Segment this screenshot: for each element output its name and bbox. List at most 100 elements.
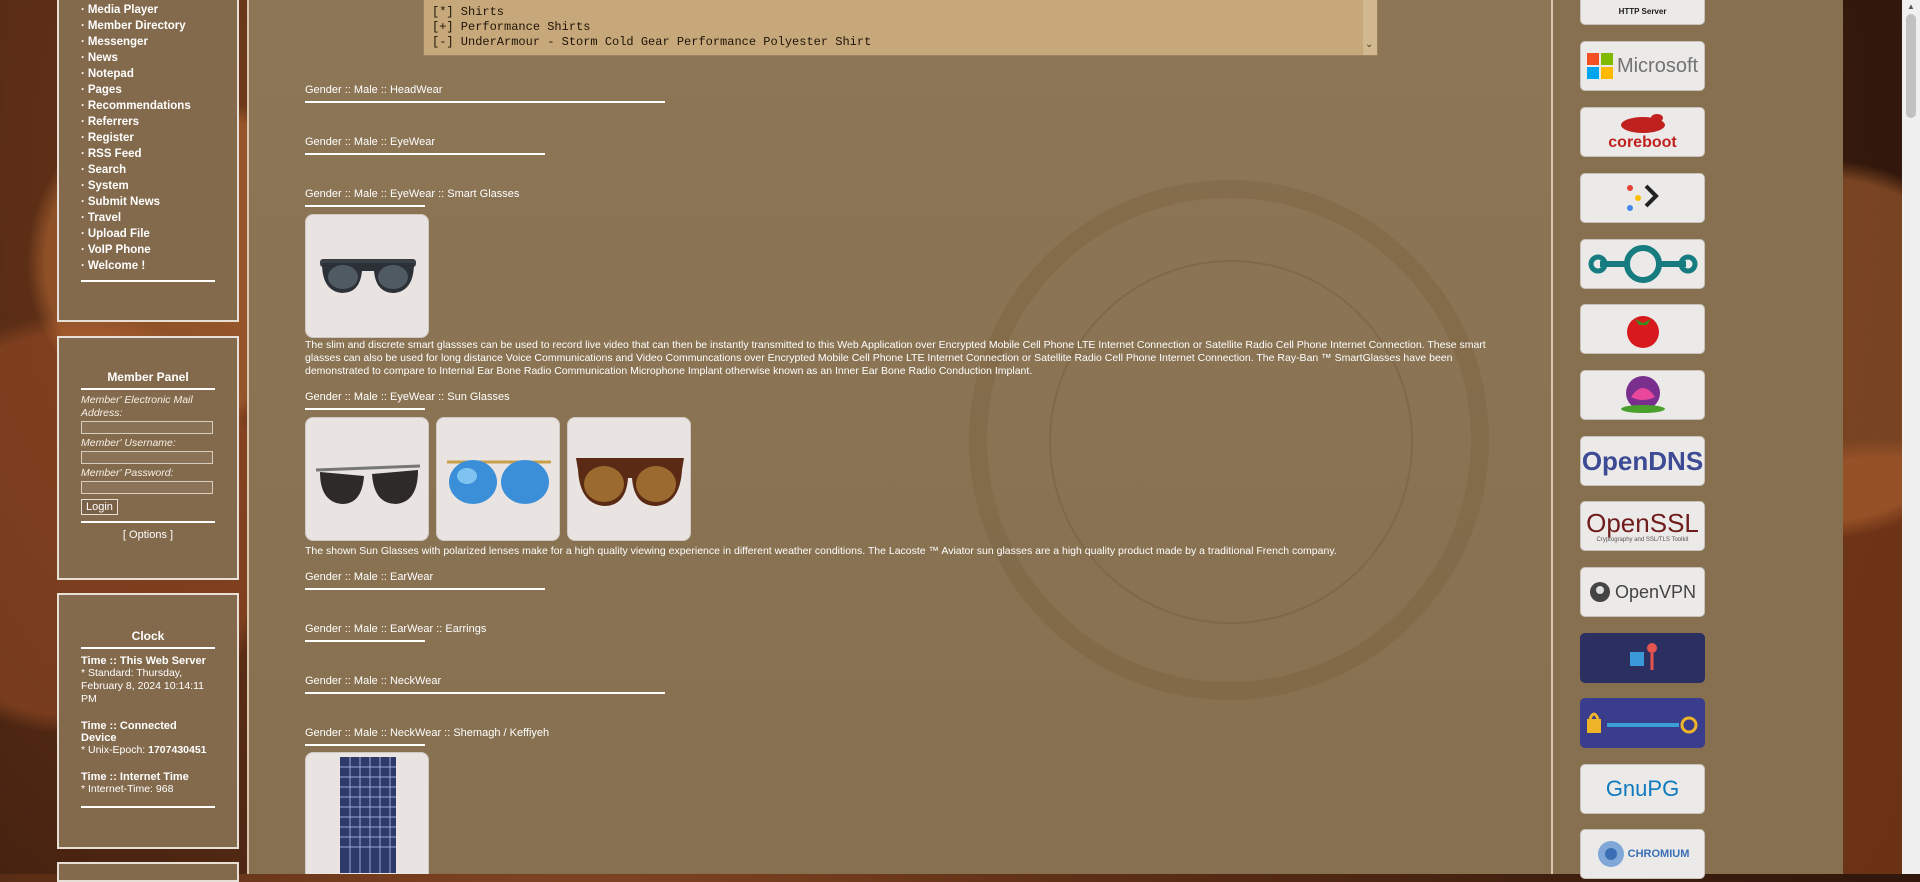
bullet-icon: ·	[81, 68, 85, 80]
sidebar-item-label: VoIP Phone	[87, 244, 151, 256]
dart-logo[interactable]	[1580, 173, 1705, 223]
sunglasses-image-3[interactable]	[567, 417, 691, 541]
sidebar-item-recommendations[interactable]: · Recommendations	[81, 98, 215, 114]
sidebar-item-label: Register	[87, 132, 134, 144]
section-title: Gender :: Male :: EyeWear :: Sun Glasses	[305, 391, 510, 403]
sidebar-item-system[interactable]: · System	[81, 178, 215, 194]
sidebar-item-travel[interactable]: · Travel	[81, 210, 215, 226]
sidebar-item-rss-feed[interactable]: · RSS Feed	[81, 146, 215, 162]
http-server-logo[interactable]: HTTP Server	[1580, 0, 1705, 25]
sidebar-item-submit-news[interactable]: · Submit News	[81, 194, 215, 210]
sidebar-item-media-player[interactable]: · Media Player	[81, 2, 215, 18]
section-underline	[305, 744, 425, 746]
sidebar-item-label: Notepad	[87, 68, 134, 80]
sidebar-item-label: Submit News	[87, 196, 161, 208]
chevron-down-icon[interactable]: ⌄	[1365, 38, 1373, 53]
sidebar-item-search[interactable]: · Search	[81, 162, 215, 178]
sidebar-item-notepad[interactable]: · Notepad	[81, 66, 215, 82]
coreboot-rabbit-icon	[1620, 114, 1665, 133]
openssl-label: OpenSSL	[1586, 508, 1699, 538]
sidebar-item-label: System	[87, 180, 129, 192]
scrollbar-thumb[interactable]	[1906, 14, 1916, 118]
compass-decoration-inner	[1049, 260, 1413, 624]
sidebar-item-register[interactable]: · Register	[81, 130, 215, 146]
bullet-icon: ·	[81, 148, 85, 160]
bullet-icon: ·	[81, 52, 85, 64]
tomato-logo[interactable]	[1580, 304, 1705, 354]
shemagh-image[interactable]	[305, 752, 429, 874]
next-panel	[57, 862, 239, 882]
divider	[81, 280, 215, 282]
epoch-value: 1707430451	[148, 744, 207, 756]
sidebar-item-label: Upload File	[87, 228, 150, 240]
sidebar-item-pages[interactable]: · Pages	[81, 82, 215, 98]
textarea-scrollbar[interactable]: ⌄	[1363, 0, 1377, 55]
section-title: Gender :: Male :: EyeWear :: Smart Glass…	[305, 188, 520, 200]
page-scrollbar[interactable]: ▲	[1902, 0, 1920, 874]
http-server-label: HTTP Server	[1618, 7, 1667, 16]
lineage-logo[interactable]	[1580, 239, 1705, 289]
category-textarea[interactable]: [*] Shirts [+] Performance Shirts [-] Un…	[423, 0, 1378, 56]
sunglasses-image-2[interactable]	[436, 417, 560, 541]
sidebar-item-member-directory[interactable]: · Member Directory	[81, 18, 215, 34]
server-time-heading: Time :: This Web Server	[81, 655, 206, 667]
bullet-icon: ·	[81, 100, 85, 112]
right-column: HTTP Server Microsoft coreboot OpenDNS O…	[1553, 0, 1843, 879]
scroll-up-icon[interactable]: ▲	[1907, 2, 1915, 11]
sidebar-item-welcome[interactable]: · Welcome !	[81, 258, 215, 274]
bullet-icon: ·	[81, 244, 85, 256]
sidebar-item-news[interactable]: · News	[81, 50, 215, 66]
opendns-logo[interactable]: OpenDNS	[1580, 436, 1705, 486]
sidebar-item-voip-phone[interactable]: · VoIP Phone	[81, 242, 215, 258]
section-title: Gender :: Male :: EarWear	[305, 571, 434, 583]
navigation-panel: · Media Player · Member Directory · Messenger…	[57, 0, 239, 322]
chromium-logo[interactable]: CHROMIUM	[1580, 829, 1705, 879]
lotus-logo[interactable]	[1580, 370, 1705, 420]
clock-panel: Clock Time :: This Web Server * Standard…	[57, 593, 239, 849]
chromium-icon	[1597, 841, 1624, 867]
gnupg-logo[interactable]: GnuPG	[1580, 764, 1705, 814]
username-field[interactable]	[81, 451, 213, 464]
lock-icon	[1586, 712, 1697, 734]
section-title: Gender :: Male :: NeckWear	[305, 675, 442, 687]
lineage-icon	[1588, 245, 1697, 283]
server-time-text: * Standard: Thursday, February 8, 2024 1…	[81, 667, 204, 705]
options-link[interactable]: [ Options ]	[81, 529, 215, 541]
sidebar-item-label: Messenger	[87, 36, 148, 48]
microsoft-logo[interactable]: Microsoft	[1580, 41, 1705, 91]
bullet-icon: ·	[81, 212, 85, 224]
password-field[interactable]	[81, 481, 213, 494]
bullet-icon: ·	[81, 180, 85, 192]
email-field[interactable]	[81, 421, 213, 434]
device-time-text: * Unix-Epoch: 1707430451	[81, 744, 215, 757]
sidebar-item-referrers[interactable]: · Referrers	[81, 114, 215, 130]
section-underline	[305, 692, 665, 694]
section-underline	[305, 588, 545, 590]
password-label: Member' Password:	[81, 467, 174, 479]
epoch-prefix: * Unix-Epoch:	[81, 744, 149, 756]
sidebar-item-messenger[interactable]: · Messenger	[81, 34, 215, 50]
sidebar-item-label: Search	[87, 164, 127, 176]
sidebar-item-label: Travel	[87, 212, 122, 224]
bullet-icon: ·	[81, 164, 85, 176]
sidebar-item-label: Referrers	[87, 116, 139, 128]
key-icon	[1629, 643, 1657, 670]
microsoft-icon	[1586, 53, 1613, 79]
coreboot-logo[interactable]: coreboot	[1580, 107, 1705, 157]
openvpn-logo[interactable]: OpenVPN	[1580, 567, 1705, 617]
sidebar-item-upload-file[interactable]: · Upload File	[81, 226, 215, 242]
username-label: Member' Username:	[81, 437, 176, 449]
section-underline	[305, 640, 425, 642]
keys-logo[interactable]	[1580, 633, 1705, 683]
divider	[81, 647, 215, 649]
sidebar-item-label: Media Player	[87, 4, 159, 16]
sidebar-item-label: News	[87, 52, 118, 64]
sunglasses-image-1[interactable]	[305, 417, 429, 541]
login-button[interactable]: Login	[81, 499, 118, 515]
lock-key-logo[interactable]	[1580, 698, 1705, 748]
openvpn-label: OpenVPN	[1614, 581, 1697, 602]
sunglasses-description: The shown Sun Glasses with polarized len…	[305, 545, 1337, 557]
section-title: Gender :: Male :: EarWear :: Earrings	[305, 623, 487, 635]
openssl-logo[interactable]: OpenSSL Cryptography and SSL/TLS Toolkit	[1580, 501, 1705, 551]
smart-glasses-image[interactable]	[305, 214, 429, 338]
